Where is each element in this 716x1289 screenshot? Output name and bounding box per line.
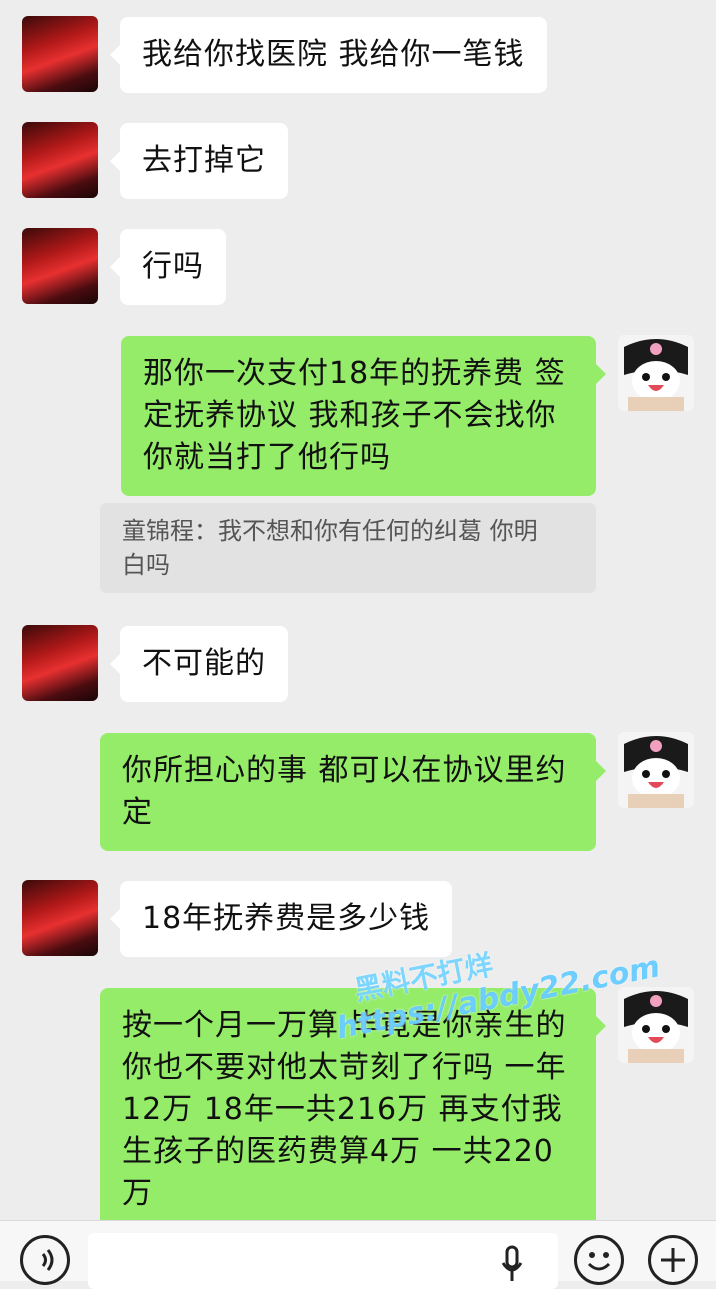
contact-avatar[interactable] [22,228,98,304]
message-bubble[interactable]: 按一个月一万算 毕竟是你亲生的 你也不要对他太苛刻了行吗 一年 12万 18年一… [100,988,606,1220]
plus-icon[interactable] [648,1235,698,1285]
contact-avatar[interactable] [22,880,98,956]
message-line: 定 [122,795,153,830]
contact-avatar[interactable] [22,122,98,198]
message-bubble[interactable]: 你所担心的事 都可以在协议里约 定 [100,733,606,851]
message-bubble[interactable]: 去打掉它 [110,123,288,199]
emoji-icon[interactable] [574,1235,624,1285]
mic-icon[interactable] [500,1245,524,1285]
contact-avatar[interactable] [22,625,98,701]
message-bubble[interactable]: 那你一次支付18年的抚养费 签 定抚养协议 我和孩子不会找你 你就当打了他行吗 [121,336,606,496]
message-bubble[interactable]: 不可能的 [110,626,288,702]
message-line: 生孩子的医药费算4万 一共220 [122,1134,554,1169]
message-text: 18年抚养费是多少钱 [142,901,431,936]
message-bubble[interactable]: 行吗 [110,229,226,305]
my-avatar[interactable] [618,987,694,1063]
message-line: 那你一次支付18年的抚养费 签 [143,356,566,391]
quote-line: 白吗 [122,551,170,579]
message-line: 万 [122,1176,153,1211]
message-bubble[interactable]: 18年抚养费是多少钱 [109,881,453,957]
message-text: 我给你找医院 我给你一笔钱 [142,37,525,72]
message-text: 去打掉它 [142,143,266,178]
contact-avatar[interactable] [22,16,98,92]
message-line: 你就当打了他行吗 [143,440,391,475]
message-line: 你所担心的事 都可以在协议里约 [122,753,567,788]
message-bubble[interactable]: 我给你找医院 我给你一笔钱 [110,17,547,93]
message-line: 定抚养协议 我和孩子不会找你 [143,398,557,433]
message-line: 12万 18年一共216万 再支付我 [122,1092,563,1127]
message-input[interactable] [88,1233,558,1289]
input-bar [0,1220,716,1289]
my-avatar[interactable] [618,335,694,411]
quoted-reply[interactable]: 童锦程：我不想和你有任何的纠葛 你明 白吗 [100,503,596,593]
message-line: 按一个月一万算 毕竟是你亲生的 [122,1008,567,1043]
voice-icon[interactable] [20,1235,70,1285]
message-text: 行吗 [142,249,204,284]
message-text: 不可能的 [142,646,266,681]
my-avatar[interactable] [618,732,694,808]
quote-line: 童锦程：我不想和你有任何的纠葛 你明 [122,517,538,545]
message-line: 你也不要对他太苛刻了行吗 一年 [122,1050,567,1085]
